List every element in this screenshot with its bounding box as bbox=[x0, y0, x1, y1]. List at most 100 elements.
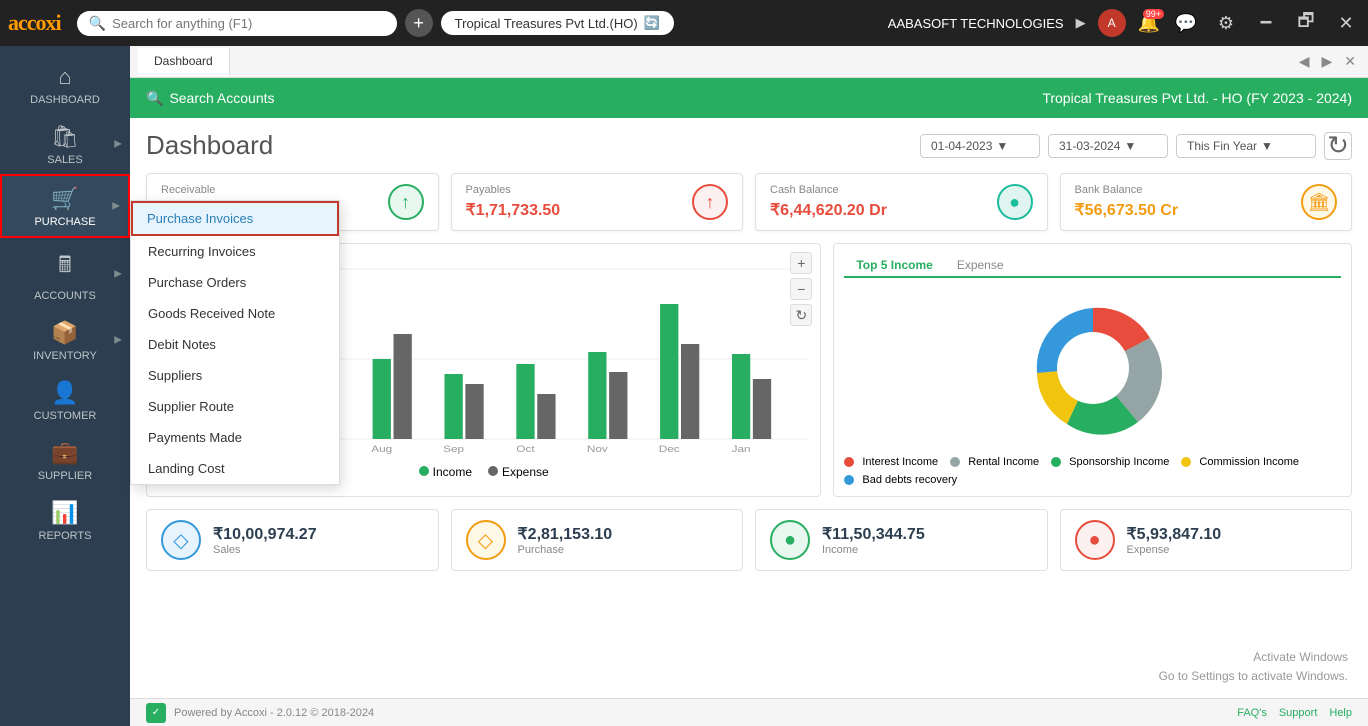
income-label: Income bbox=[822, 544, 925, 556]
search-icon: 🔍 bbox=[89, 15, 106, 32]
accounts-arrow-icon: ▶ bbox=[114, 269, 122, 280]
menu-item-purchase-orders[interactable]: Purchase Orders bbox=[131, 267, 339, 298]
support-link[interactable]: Support bbox=[1279, 707, 1318, 719]
expense-card: ● ₹5,93,847.10 Expense bbox=[1060, 509, 1353, 571]
expense-legend: Expense bbox=[488, 465, 549, 479]
menu-item-goods-received-note[interactable]: Goods Received Note bbox=[131, 298, 339, 329]
sales-label: Sales bbox=[213, 544, 317, 556]
maximize-icon[interactable]: 🗗 bbox=[1292, 8, 1320, 38]
period-selector[interactable]: This Fin Year ▼ bbox=[1176, 134, 1316, 158]
bank-balance-icon: 🏛 bbox=[1301, 184, 1337, 220]
search-bar[interactable]: 🔍 bbox=[77, 11, 397, 36]
tab-expense[interactable]: Expense bbox=[945, 254, 1016, 276]
sales-card-icon: ◇ bbox=[161, 520, 201, 560]
company-name: Tropical Treasures Pvt Ltd.(HO) bbox=[455, 16, 638, 31]
sidebar-item-reports[interactable]: 📊 REPORTS bbox=[0, 490, 130, 550]
chat-icon[interactable]: 💬 bbox=[1172, 13, 1200, 34]
purchase-value: ₹2,81,153.10 bbox=[518, 524, 613, 544]
svg-text:Nov: Nov bbox=[587, 445, 609, 454]
notif-badge: 99+ bbox=[1143, 9, 1164, 19]
arrow-icon: ▶ bbox=[1076, 15, 1086, 31]
close-icon[interactable]: ✕ bbox=[1332, 13, 1360, 34]
reports-icon: 📊 bbox=[51, 500, 78, 526]
minimize-icon[interactable]: 🗕 bbox=[1252, 8, 1280, 38]
date-from-picker[interactable]: 01-04-2023 ▼ bbox=[920, 134, 1040, 158]
sidebar-label-inventory: INVENTORY bbox=[33, 350, 97, 362]
notifications-button[interactable]: 🔔 99+ bbox=[1138, 13, 1160, 34]
donut-chart-container bbox=[844, 288, 1341, 448]
chart-zoom-out[interactable]: − bbox=[790, 278, 812, 300]
donut-legend: Interest Income Rental Income Sponsorshi… bbox=[844, 456, 1341, 486]
sidebar-item-supplier[interactable]: 💼 SUPPLIER bbox=[0, 430, 130, 490]
legend-commission-income: Commission Income bbox=[1181, 456, 1299, 468]
menu-item-supplier-route[interactable]: Supplier Route bbox=[131, 391, 339, 422]
sidebar-item-purchase[interactable]: 🛒 PURCHASE ▶ bbox=[0, 174, 130, 238]
chart-refresh[interactable]: ↻ bbox=[790, 304, 812, 326]
period-value: This Fin Year bbox=[1187, 139, 1257, 153]
cash-balance-card: Cash Balance ₹6,44,620.20 Dr ● bbox=[755, 173, 1048, 231]
date-from-value: 01-04-2023 bbox=[931, 139, 992, 153]
tab-nav-next[interactable]: ▶ bbox=[1317, 51, 1336, 72]
search-accounts-btn[interactable]: 🔍 Search Accounts bbox=[146, 90, 275, 107]
search-accounts-icon: 🔍 bbox=[146, 90, 163, 107]
refresh-button[interactable]: ↻ bbox=[1324, 132, 1352, 160]
bank-balance-card: Bank Balance ₹56,673.50 Cr 🏛 bbox=[1060, 173, 1353, 231]
tab-nav-prev[interactable]: ◀ bbox=[1295, 51, 1314, 72]
company-selector[interactable]: Tropical Treasures Pvt Ltd.(HO) 🔄 bbox=[441, 11, 674, 35]
purchase-card: ◇ ₹2,81,153.10 Purchase bbox=[451, 509, 744, 571]
menu-item-suppliers[interactable]: Suppliers bbox=[131, 360, 339, 391]
sidebar-item-inventory[interactable]: 📦 INVENTORY ▶ bbox=[0, 310, 130, 370]
expense-card-icon: ● bbox=[1075, 520, 1115, 560]
purchase-arrow-icon: ▶ bbox=[112, 201, 120, 212]
avatar[interactable]: A bbox=[1098, 9, 1126, 37]
sidebar-label-customer: CUSTOMER bbox=[34, 410, 97, 422]
menu-item-debit-notes[interactable]: Debit Notes bbox=[131, 329, 339, 360]
supplier-icon: 💼 bbox=[51, 440, 78, 466]
menu-item-landing-cost[interactable]: Landing Cost bbox=[131, 453, 339, 484]
bank-balance-value: ₹56,673.50 Cr bbox=[1075, 200, 1179, 220]
donut-tabs: Top 5 Income Expense bbox=[844, 254, 1341, 278]
chart-zoom-in[interactable]: + bbox=[790, 252, 812, 274]
legend-interest-income: Interest Income bbox=[844, 456, 938, 468]
date-to-picker[interactable]: 31-03-2024 ▼ bbox=[1048, 134, 1168, 158]
menu-item-recurring-invoices[interactable]: Recurring Invoices bbox=[131, 236, 339, 267]
legend-sponsorship-income: Sponsorship Income bbox=[1051, 456, 1169, 468]
add-button[interactable]: + bbox=[405, 9, 433, 37]
help-link[interactable]: Help bbox=[1329, 707, 1352, 719]
sidebar-item-customer[interactable]: 👤 CUSTOMER bbox=[0, 370, 130, 430]
sidebar-item-accounts[interactable]: 🖩 ACCOUNTS ▶ bbox=[0, 238, 130, 310]
sidebar-label-accounts: ACCOUNTS bbox=[34, 290, 96, 302]
payables-value: ₹1,71,733.50 bbox=[466, 200, 561, 220]
tab-dashboard[interactable]: Dashboard bbox=[138, 48, 230, 76]
settings-icon[interactable]: ⚙ bbox=[1212, 13, 1240, 34]
period-chevron: ▼ bbox=[1261, 139, 1273, 153]
footer-text: Powered by Accoxi - 2.0.12 © 2018-2024 bbox=[174, 707, 374, 719]
payables-label: Payables bbox=[466, 184, 561, 196]
sidebar-item-dashboard[interactable]: ⌂ DASHBOARD bbox=[0, 54, 130, 114]
date-to-chevron: ▼ bbox=[1124, 139, 1136, 153]
faq-link[interactable]: FAQ's bbox=[1237, 707, 1267, 719]
receivable-label: Receivable bbox=[161, 184, 256, 196]
cash-balance-value: ₹6,44,620.20 Dr bbox=[770, 200, 887, 220]
income-card: ● ₹11,50,344.75 Income bbox=[755, 509, 1048, 571]
date-to-value: 31-03-2024 bbox=[1059, 139, 1120, 153]
cash-balance-label: Cash Balance bbox=[770, 184, 887, 196]
menu-item-purchase-invoices[interactable]: Purchase Invoices bbox=[131, 201, 339, 236]
topbar: accoxi 🔍 + Tropical Treasures Pvt Ltd.(H… bbox=[0, 0, 1368, 46]
search-accounts-label: Search Accounts bbox=[169, 90, 274, 106]
topbar-right: AABASOFT TECHNOLOGIES ▶ A 🔔 99+ 💬 ⚙ 🗕 🗗 … bbox=[888, 8, 1360, 38]
sales-icon: 🛍 bbox=[51, 124, 79, 150]
income-value: ₹11,50,344.75 bbox=[822, 524, 925, 544]
search-input[interactable] bbox=[112, 16, 372, 31]
refresh-icon[interactable]: 🔄 bbox=[644, 15, 660, 31]
sidebar-item-sales[interactable]: 🛍 SALES ▶ bbox=[0, 114, 130, 174]
tab-close[interactable]: ✕ bbox=[1340, 51, 1360, 72]
tab-top-income[interactable]: Top 5 Income bbox=[844, 254, 944, 278]
tab-bar: Dashboard ◀ ▶ ✕ bbox=[130, 46, 1368, 78]
date-controls: 01-04-2023 ▼ 31-03-2024 ▼ This Fin Year … bbox=[920, 132, 1352, 160]
customer-icon: 👤 bbox=[51, 380, 78, 406]
app-logo: accoxi bbox=[8, 10, 61, 36]
tab-controls: ◀ ▶ ✕ bbox=[1295, 51, 1360, 72]
bottom-row: ◇ ₹10,00,974.27 Sales ◇ ₹2,81,153.10 Pur… bbox=[146, 509, 1352, 571]
menu-item-payments-made[interactable]: Payments Made bbox=[131, 422, 339, 453]
